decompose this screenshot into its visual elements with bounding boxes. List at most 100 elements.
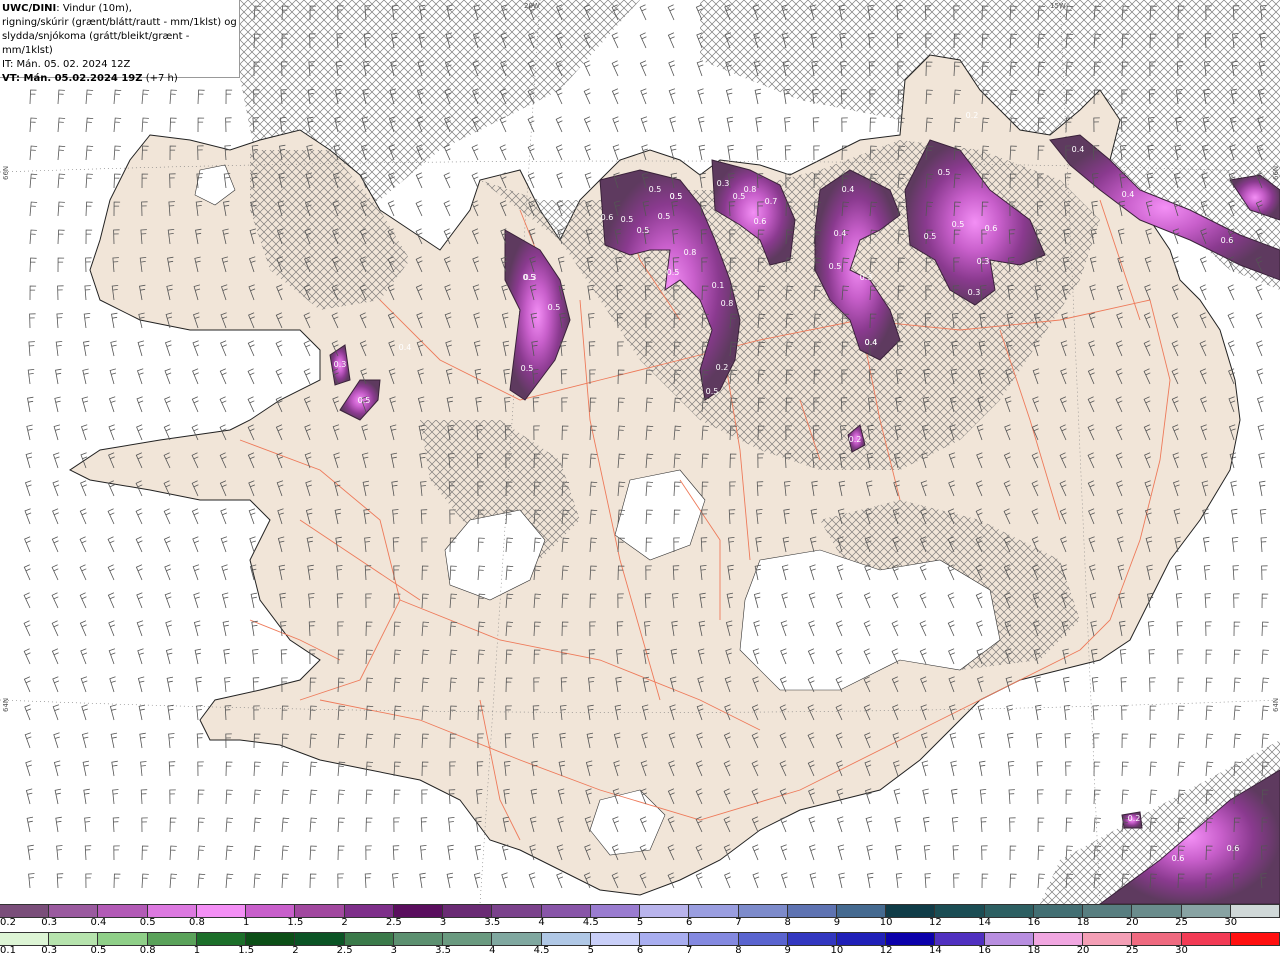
snow-label: 0.3: [41, 917, 58, 928]
rain-label: 10: [830, 945, 844, 956]
snow-swatch: [492, 905, 542, 917]
rain-label: 5: [587, 945, 594, 956]
precip-label: 0.4: [1072, 145, 1085, 154]
rain-label: 6: [636, 945, 644, 956]
title-line-2: rigning/skúrir (grænt/blátt/rautt - mm/1…: [2, 17, 237, 28]
precip-label: 0.5: [548, 303, 561, 312]
snow-swatch: [344, 905, 394, 917]
rain-label: 20: [1076, 945, 1090, 956]
iceland-weather-map[interactable]: 0.20.40.40.50.40.50.50.40.60.30.30.50.30…: [0, 0, 1280, 904]
precip-label: 0.6: [1221, 236, 1234, 245]
lat-label-64n: 64N: [2, 697, 10, 712]
rain-label: 7: [686, 945, 693, 956]
precip-label: 0.4: [865, 338, 878, 347]
rain-label: 1: [193, 945, 201, 956]
precip-label: 0.4: [1122, 190, 1135, 199]
precip-label: 0.5: [706, 387, 719, 396]
snow-label: 8: [784, 917, 791, 928]
rain-swatch: [886, 933, 936, 945]
precip-label: 0.5: [658, 212, 671, 221]
precip-label: 0.8: [744, 185, 757, 194]
precip-label: 0.5: [952, 220, 965, 229]
rain-swatch: [1083, 933, 1133, 945]
snow-swatch: [590, 905, 641, 917]
rain-label: 2.5: [336, 945, 353, 956]
snow-label: 12: [929, 917, 942, 928]
snow-label: 3.5: [484, 917, 501, 928]
rain-swatch: [295, 933, 345, 945]
rain-label: 0.3: [41, 945, 58, 956]
rain-swatch: [147, 933, 197, 945]
precip-label: 0.7: [765, 197, 778, 206]
rain-swatch: [49, 933, 99, 945]
map-panel[interactable]: 0.2 0.4 0.4 0.5 0.4 0.5 0.5 0.4 0.6 0.3 0.3 0.5 0.3 0…: [0, 0, 1280, 904]
snow-label: 0.5: [139, 917, 156, 928]
snow-swatch: [1033, 905, 1084, 917]
rain-colorbar: [0, 932, 1280, 946]
rain-label: 16: [978, 945, 991, 956]
snow-label: 10: [879, 917, 893, 928]
precip-label: 0.3: [334, 360, 347, 369]
snow-swatch: [0, 905, 50, 917]
precip-label: 0.3: [860, 273, 873, 282]
snow-swatch: [836, 905, 887, 917]
rain-label: 0.1: [0, 945, 16, 956]
rain-label: 8: [735, 945, 742, 956]
rain-label: 1.5: [238, 945, 255, 956]
precip-label: 0.3: [717, 179, 730, 188]
rain-swatch: [787, 933, 837, 945]
snow-label: 0.4: [90, 917, 107, 928]
precip-label: 0.2: [716, 363, 729, 372]
snow-label: 4: [538, 917, 545, 928]
rain-swatch: [1132, 933, 1182, 945]
snow-label: 14: [978, 917, 991, 928]
snow-swatch: [541, 905, 591, 917]
snow-swatch: [935, 905, 985, 917]
precip-label: 0.5: [621, 215, 634, 224]
snow-swatch: [738, 905, 788, 917]
rain-swatch: [344, 933, 394, 945]
rain-swatch: [492, 933, 542, 945]
precip-label: 0.4: [842, 185, 855, 194]
precip-label: 0.5: [637, 226, 650, 235]
snow-swatch: [147, 905, 197, 917]
precip-label: 0.2: [1128, 814, 1141, 823]
snow-swatch: [1083, 905, 1133, 917]
rain-swatch: [836, 933, 887, 945]
snow-swatch: [98, 905, 148, 917]
precip-label: 0.8: [684, 248, 697, 257]
snow-label: 6: [686, 917, 693, 928]
rain-swatch: [1230, 933, 1280, 945]
snow-swatch: [393, 905, 444, 917]
rain-label: 0.5: [90, 945, 107, 956]
snow-swatch: [640, 905, 690, 917]
rain-label: 0.8: [139, 945, 156, 956]
precip-label: 0.3: [977, 257, 990, 266]
snow-label: 18: [1076, 917, 1090, 928]
rain-label: 9: [784, 945, 791, 956]
snow-label: 2: [341, 917, 348, 928]
snow-label: 9: [833, 917, 841, 928]
snow-colorbar: [0, 904, 1280, 918]
rain-swatch: [246, 933, 296, 945]
rain-swatch: [1181, 933, 1231, 945]
rain-swatch: [541, 933, 591, 945]
snow-label: 5: [636, 917, 644, 928]
precip-label: 0.6: [754, 217, 767, 226]
snow-label: 0.8: [188, 917, 205, 928]
rain-label: 4.5: [533, 945, 550, 956]
lon-label-20w: 20W: [524, 2, 540, 10]
rain-swatch: [0, 933, 50, 945]
precip-label: 0.4: [834, 229, 847, 238]
precip-label: 0.6: [1172, 854, 1185, 863]
rain-label: 25: [1125, 945, 1139, 956]
snow-swatch: [689, 905, 739, 917]
precip-label: 0.6: [985, 224, 998, 233]
precip-label: 0.5: [649, 185, 662, 194]
rain-colorbar-labels: 0.1 0.3 0.5 0.8 1 1.5 2 2.5 3 3.5 4 4.5 5 6 7 8 9 10 12 14 1…: [0, 945, 1280, 957]
precip-label: 0.2: [966, 111, 979, 120]
rain-label: 18: [1027, 945, 1041, 956]
snow-label: 4.5: [582, 917, 599, 928]
precip-label: 0.3: [524, 273, 537, 282]
rain-swatch: [196, 933, 247, 945]
